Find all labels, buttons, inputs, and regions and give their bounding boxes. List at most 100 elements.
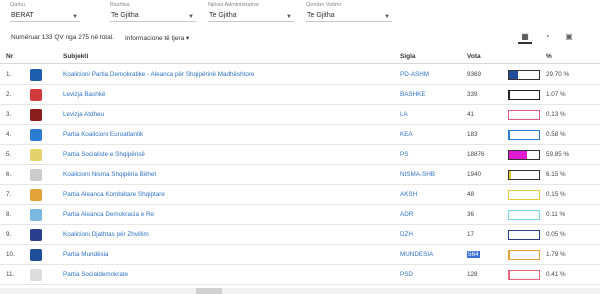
party-name-link[interactable]: Partia Socialiste e Shqipërisë [63,151,145,158]
table-row: 7. Partia Aleanca Kombëtare Shqiptare AKSH… [0,185,600,205]
party-logo-icon [30,229,42,241]
share-bar [508,210,540,220]
party-sigla: PSD [400,271,413,278]
share-bar [508,110,540,120]
share-bar-fill [509,151,527,159]
table-header: Nr Subjekti Sigla Vota % [0,50,600,64]
party-sigla: KEA [400,131,413,138]
row-number: 3. [6,111,12,118]
filter-bar: Qarku BERAT ▼ Bashkia Te Gjitha ▼ Njësia A… [0,0,600,26]
row-number: 10. [6,251,15,258]
party-sigla: NISMA-SHB [400,171,435,178]
party-name-link[interactable]: Koalicioni Nisma Shqipëria Bëhet [63,171,156,178]
party-name-link[interactable]: Levizja Atdheu [63,111,104,118]
more-info-toggle[interactable]: Informacione të tjera ▾ [125,34,189,42]
filter-qender[interactable]: Qender Votimi Te Gjitha ▼ [306,2,392,22]
party-sigla: LA [400,111,408,118]
party-name-link[interactable]: Levizja Bashkë [63,91,105,98]
table-row: 6. Koalicioni Nisma Shqipëria Bëhet NISMA-… [0,165,600,185]
row-number: 11. [6,271,15,278]
share-bar [508,70,540,80]
filter-bashkia[interactable]: Bashkia Te Gjitha ▼ [110,2,196,22]
share-bar [508,270,540,280]
row-number: 4. [6,131,12,138]
vote-count: 41 [467,111,475,118]
filter-label: Qender Votimi [306,2,341,8]
party-sigla: PD-ASHM [400,71,430,78]
party-logo-icon [30,129,42,141]
table-row: 3. Levizja Atdheu LA 41 0.13 % [0,105,600,125]
scrollbar-thumb[interactable] [196,288,222,294]
party-name-link[interactable]: Partia Mundësia [63,251,109,258]
vote-count: 1940 [467,171,482,178]
table-row: 11. Partia Socialdemokrate PSD 128 0.41 % [0,265,600,285]
vote-percent: 0.58 % [546,131,566,138]
party-name-link[interactable]: Partia Aleanca Demokracia e Re [63,211,154,218]
row-number: 5. [6,151,12,158]
row-number: 6. [6,171,12,178]
party-logo-icon [30,209,42,221]
row-number: 1. [6,71,12,78]
vote-count: 18876 [467,151,485,158]
party-logo-icon [30,269,42,281]
header-subjekti: Subjekti [63,53,89,60]
pie-chart-icon[interactable]: ◔ [540,30,554,44]
share-bar [508,170,540,180]
filter-select-bashkia[interactable]: Te Gjitha ▼ [110,10,196,22]
header-sigla: Sigla [400,53,416,60]
party-logo-icon [30,169,42,181]
share-bar [508,150,540,160]
party-logo-icon [30,149,42,161]
horizontal-scrollbar[interactable] [0,288,600,294]
table-row: 1. Koalicioni Partia Demokratike - Aleanc… [0,65,600,85]
vote-percent: 6.15 % [546,171,566,178]
chevron-down-icon: ▼ [188,14,194,20]
share-bar [508,190,540,200]
vote-percent: 1.79 % [546,251,566,258]
count-info: Numëruar 133 QV nga 275 në total. Inform… [11,34,189,42]
table-icon[interactable]: ▦ [518,30,532,44]
party-name-link[interactable]: Partia Socialdemokrate [63,271,128,278]
party-sigla: DZH [400,231,413,238]
vote-count: 128 [467,271,478,278]
filter-qarku[interactable]: Qarku BERAT ▼ [10,2,80,22]
filter-select-njesia[interactable]: Te Gjitha ▼ [208,10,294,22]
image-icon[interactable]: ▣ [562,30,576,44]
vote-count: 564 [467,251,480,258]
share-bar-fill [509,251,510,259]
share-bar [508,230,540,240]
party-name-link[interactable]: Koalicioni Partia Demokratike - Aleanca … [63,71,254,78]
vote-count: 9369 [467,71,482,78]
party-logo-icon [30,109,42,121]
chevron-down-icon: ▼ [384,14,390,20]
party-sigla: MUNDESIA [400,251,434,258]
vote-percent: 0.11 % [546,211,566,218]
vote-count: 17 [467,231,475,238]
party-name-link[interactable]: Koalicioni Djathtas për Zhvillim [63,231,149,238]
filter-select-qender[interactable]: Te Gjitha ▼ [306,10,392,22]
row-number: 9. [6,231,12,238]
row-number: 8. [6,211,12,218]
vote-percent: 0.05 % [546,231,566,238]
party-name-link[interactable]: Partia Aleanca Kombëtare Shqiptare [63,191,165,198]
filter-select-qarku[interactable]: BERAT ▼ [10,10,80,22]
share-bar [508,90,540,100]
filter-label: Bashkia [110,2,130,8]
filter-njesia[interactable]: Njësia Administrative Te Gjitha ▼ [208,2,294,22]
party-logo-icon [30,189,42,201]
party-sigla: PS [400,151,409,158]
filter-label: Njësia Administrative [208,2,260,8]
chevron-down-icon: ▼ [72,14,78,20]
header-vota: Vota [467,53,481,60]
party-sigla: AKSH [400,191,418,198]
filter-label: Qarku [10,2,25,8]
table-row: 9. Koalicioni Djathtas për Zhvillim DZH 17 0… [0,225,600,245]
share-bar [508,250,540,260]
party-logo-icon [30,69,42,81]
party-sigla: ADR [400,211,414,218]
party-name-link[interactable]: Partia Koalicioni Euroatlantik [63,131,143,138]
vote-percent: 59.85 % [546,151,570,158]
vote-percent: 0.13 % [546,111,566,118]
counted-text: Numëruar 133 QV nga 275 në total. [11,34,114,41]
vote-percent: 0.15 % [546,191,566,198]
